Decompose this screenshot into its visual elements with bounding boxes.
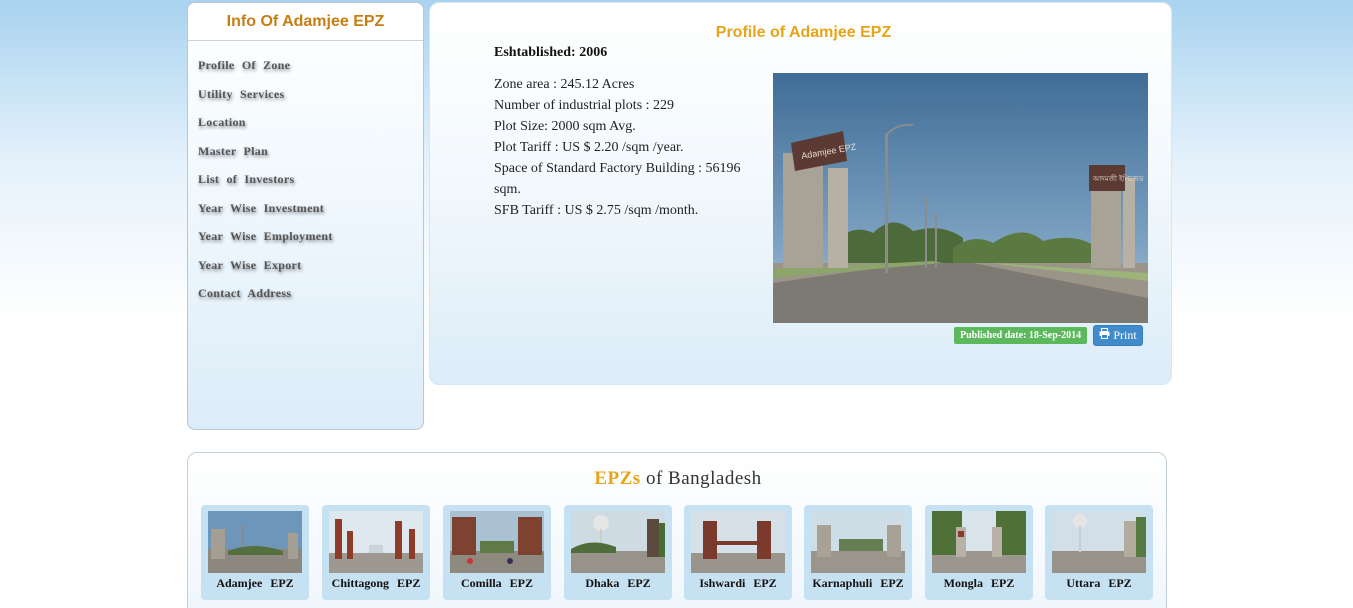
epz-card-mongla[interactable]: Mongla EPZ (925, 505, 1033, 600)
zone-gate-photo: Adamjee EPZ আদমজী ইপিজেড (773, 73, 1148, 323)
epz-card-karnaphuli[interactable]: Karnaphuli EPZ (804, 505, 912, 600)
epz-card-chittagong[interactable]: Chittagong EPZ (322, 505, 430, 600)
published-date-badge: Published date: 18-Sep-2014 (954, 327, 1088, 344)
epz-label-mongla: Mongla EPZ (943, 576, 1015, 590)
sidebar-item-utility-services[interactable]: Utility Services (188, 87, 423, 116)
print-label: Print (1113, 328, 1137, 342)
epz-card-adamjee[interactable]: Adamjee EPZ (201, 505, 309, 600)
sidebar-menu: Profile Of Zone Utility Services Locatio… (188, 41, 423, 315)
epz-label-uttara: Uttara EPZ (1066, 576, 1132, 590)
epz-gallery-heading: EPZs of Bangladesh (188, 468, 1168, 490)
epz-label-adamjee: Adamjee EPZ (216, 576, 294, 590)
page-title: Profile of Adamjee EPZ (715, 24, 892, 41)
sidebar-item-year-wise-export[interactable]: Year Wise Export (188, 258, 423, 287)
epz-thumb-uttara (1052, 511, 1146, 573)
fact-industrial-plots: Number of industrial plots : 229 (494, 98, 675, 113)
epz-thumb-adamjee (208, 511, 302, 573)
sidebar-item-master-plan[interactable]: Master Plan (188, 144, 423, 173)
epz-label-chittagong: Chittagong EPZ (331, 576, 421, 590)
established-year: Eshtablished: 2006 (494, 45, 608, 60)
epz-card-dhaka[interactable]: Dhaka EPZ (564, 505, 672, 600)
epz-card-uttara[interactable]: Uttara EPZ (1045, 505, 1153, 600)
sidebar-item-location[interactable]: Location (188, 115, 423, 144)
sidebar-title: Info Of Adamjee EPZ (188, 3, 423, 41)
fact-sfb-tariff: SFB Tariff : US $ 2.75 /sqm /month. (494, 203, 699, 218)
epz-heading-highlight: EPZs (594, 468, 641, 489)
sidebar-item-list-of-investors[interactable]: List of Investors (188, 172, 423, 201)
profile-panel: Profile of Adamjee EPZ Eshtablished: 200… (429, 2, 1172, 385)
epz-thumb-comilla (450, 511, 544, 573)
epz-thumb-ishwardi (691, 511, 785, 573)
epz-thumb-karnaphuli (811, 511, 905, 573)
print-button[interactable]: Print (1093, 325, 1143, 346)
epz-label-karnaphuli: Karnaphuli EPZ (812, 576, 904, 590)
fact-plot-size: Plot Size: 2000 sqm Avg. (494, 119, 636, 134)
epz-thumb-mongla (932, 511, 1026, 573)
printer-icon (1099, 328, 1110, 343)
gate-sign-right: আদমজী ইপিজেড (1092, 174, 1144, 183)
fact-zone-area: Zone area : 245.12 Acres (494, 77, 635, 92)
epz-label-dhaka: Dhaka EPZ (585, 576, 651, 590)
fact-plot-tariff: Plot Tariff : US $ 2.20 /sqm /year. (494, 140, 684, 155)
sidebar-item-profile-of-zone[interactable]: Profile Of Zone (188, 58, 423, 87)
epz-card-ishwardi[interactable]: Ishwardi EPZ (684, 505, 792, 600)
sidebar-item-year-wise-employment[interactable]: Year Wise Employment (188, 229, 423, 258)
epz-label-comilla: Comilla EPZ (460, 576, 533, 590)
sidebar-item-contact-address[interactable]: Contact Address (188, 286, 423, 315)
fact-sfb-space: Space of Standard Factory Building : 561… (494, 161, 741, 197)
epz-thumb-dhaka (571, 511, 665, 573)
zone-facts-list: Zone area : 245.12 Acres Number of indus… (494, 74, 764, 221)
epz-gallery: EPZs of Bangladesh Adamjee EPZ Chittagon… (187, 452, 1167, 608)
sidebar: Info Of Adamjee EPZ Profile Of Zone Util… (187, 2, 424, 430)
epz-label-ishwardi: Ishwardi EPZ (699, 576, 777, 590)
sidebar-item-year-wise-investment[interactable]: Year Wise Investment (188, 201, 423, 230)
epz-thumb-chittagong (329, 511, 423, 573)
epz-card-comilla[interactable]: Comilla EPZ (443, 505, 551, 600)
epz-heading-rest: of Bangladesh (645, 468, 762, 489)
